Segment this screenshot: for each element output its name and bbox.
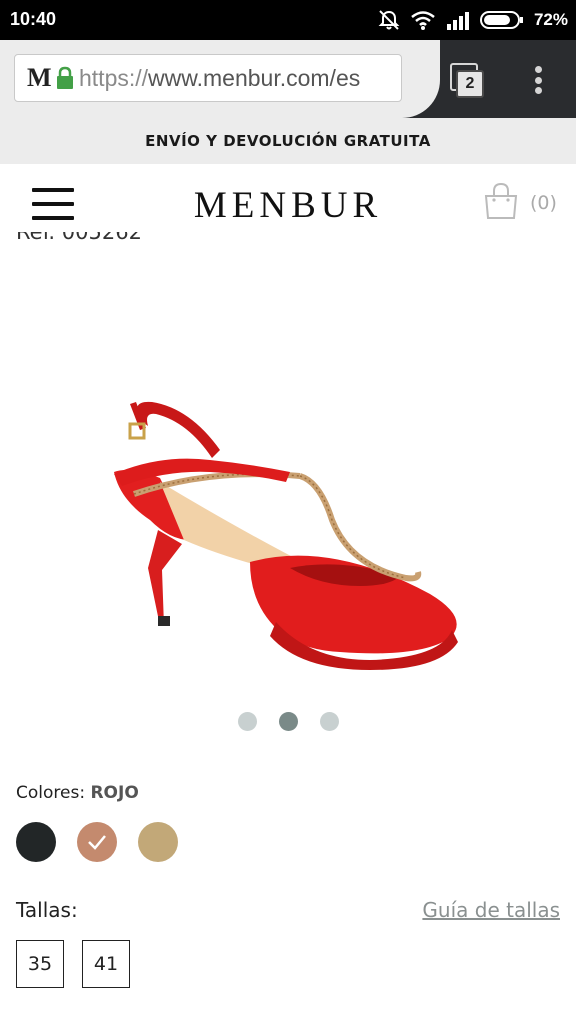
lock-icon: [57, 66, 73, 89]
tab-count: 2: [456, 70, 484, 98]
size-guide-link[interactable]: Guía de tallas: [422, 898, 560, 922]
tab-switcher-button[interactable]: 2: [448, 60, 488, 100]
signal-icon: [446, 12, 469, 30]
sizes-label: Tallas:: [16, 898, 78, 922]
product-ref-text: Ref. 005262: [16, 232, 142, 244]
carousel-dot-active[interactable]: [278, 712, 298, 731]
site-favicon: M: [27, 63, 52, 92]
carousel-dot[interactable]: [237, 712, 257, 731]
promo-banner: ENVÍO Y DEVOLUCIÓN GRATUITA: [0, 118, 576, 164]
browser-menu-button[interactable]: [522, 62, 554, 98]
url-text: https://www.menbur.com/es: [79, 65, 360, 92]
menu-dot-icon: [534, 76, 542, 84]
product-image[interactable]: [100, 390, 470, 670]
url-scheme: https://: [79, 64, 149, 91]
status-icons: 72%: [378, 6, 568, 34]
wifi-icon: [411, 11, 435, 30]
color-swatch-nude-selected[interactable]: [77, 822, 117, 862]
size-option-35[interactable]: 35: [16, 940, 64, 988]
image-carousel-dots: [0, 712, 576, 732]
selected-color-name: ROJO: [90, 783, 139, 803]
battery-icon: [479, 11, 523, 29]
color-swatch-gold[interactable]: [138, 822, 178, 862]
menu-dot-icon: [534, 66, 542, 73]
address-bar[interactable]: M https://www.menbur.com/es: [14, 54, 402, 102]
colors-label: Colores: ROJO: [16, 783, 139, 803]
browser-tab: M https://www.menbur.com/es: [0, 40, 440, 118]
cart-count[interactable]: (0): [530, 192, 557, 214]
menu-dot-icon: [534, 87, 542, 94]
shopping-bag-icon[interactable]: [482, 182, 520, 220]
product-reference: Ref. 005262: [16, 232, 216, 250]
size-option-41[interactable]: 41: [82, 940, 130, 988]
url-host: www.menbur.com/es: [148, 64, 361, 91]
browser-toolbar: M https://www.menbur.com/es 2: [0, 40, 576, 118]
colors-label-text: Colores:: [16, 783, 86, 803]
checkmark-icon: [88, 835, 106, 850]
size-options: 35 41: [16, 940, 130, 988]
carousel-dot[interactable]: [319, 712, 339, 731]
color-swatches: [16, 822, 178, 862]
color-swatch-black[interactable]: [16, 822, 56, 862]
notifications-off-icon: [378, 10, 400, 30]
battery-percent: 72%: [533, 10, 568, 29]
status-time: 10:40: [10, 9, 57, 29]
status-bar: 10:40 72%: [0, 0, 576, 40]
